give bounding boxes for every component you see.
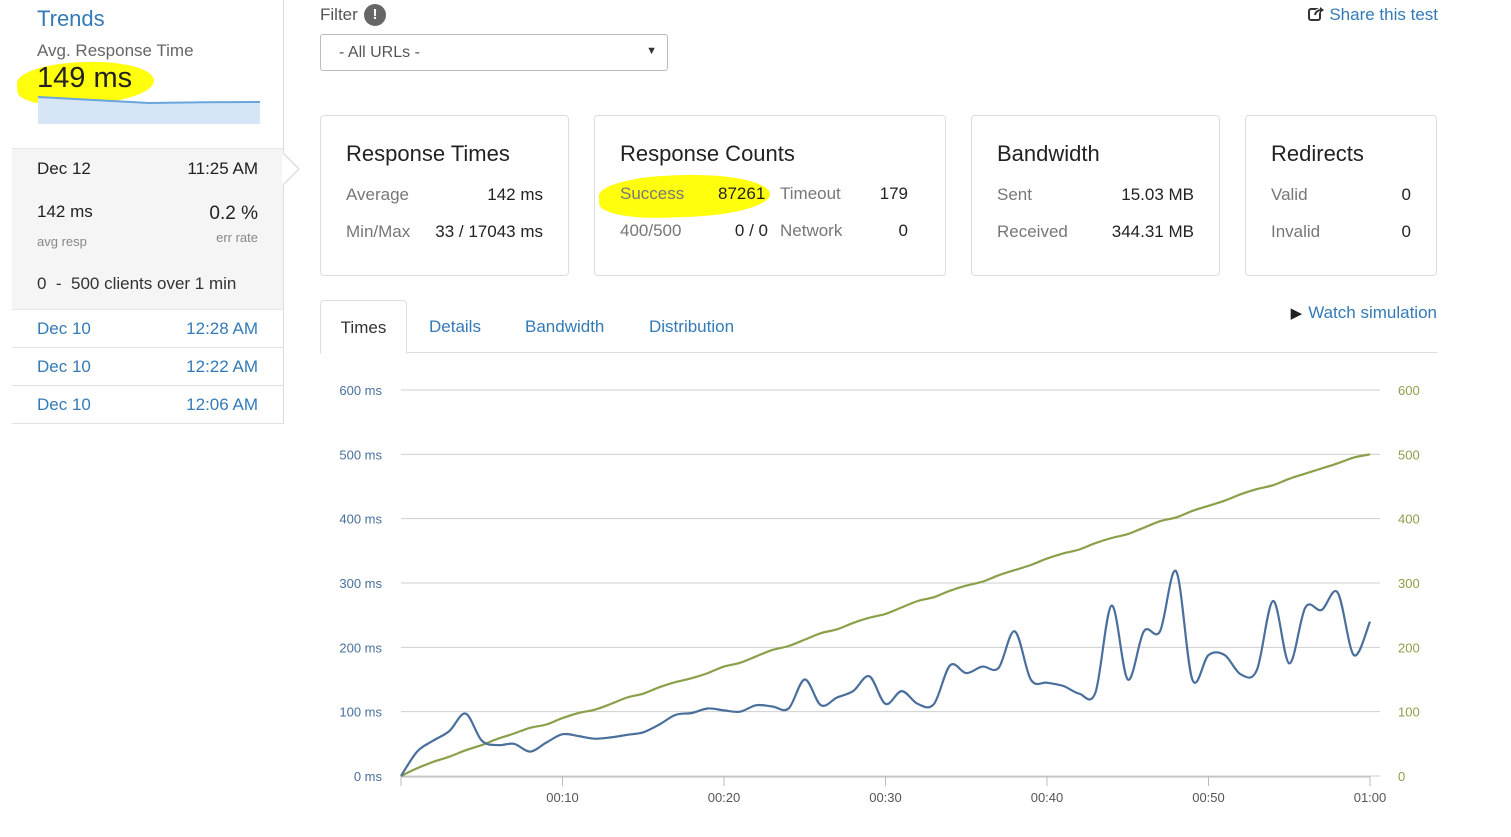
previous-run-item[interactable]: Dec 10 12:22 AM [12, 348, 283, 386]
bandwidth-card: Bandwidth Sent 15.03 MB Received 344.31 … [971, 115, 1220, 276]
series-line-clients [400, 453, 1371, 777]
run-err-rate-label: err rate [216, 230, 258, 245]
tab-distribution[interactable]: Distribution [649, 300, 734, 353]
y-tick-label-left: 100 ms [339, 705, 382, 720]
watch-simulation-link[interactable]: ▶ Watch simulation [1291, 303, 1437, 323]
sent-label: Sent [997, 185, 1032, 204]
previous-run-time[interactable]: 12:06 AM [186, 395, 258, 415]
timeout-label: Timeout [780, 184, 841, 203]
y-tick-label-right: 400 [1398, 512, 1420, 527]
timeout-value: 179 [879, 184, 908, 203]
share-label[interactable]: Share this test [1329, 5, 1438, 24]
trends-title: Trends [37, 6, 105, 31]
x-tick-label: 01:00 [1354, 790, 1387, 805]
url-filter-select[interactable]: - All URLs - ▼ [320, 34, 668, 71]
tab-bandwidth[interactable]: Bandwidth [525, 300, 604, 353]
average-value: 142 ms [487, 185, 543, 204]
y-tick-label-left: 300 ms [339, 576, 382, 591]
x-tick-label: 00:30 [869, 790, 902, 805]
card-title: Redirects [1271, 141, 1364, 166]
previous-run-date[interactable]: Dec 10 [37, 319, 91, 339]
run-time: 11:25 AM [187, 159, 258, 178]
play-icon: ▶ [1290, 305, 1303, 322]
run-clients: 0 - 500 clients over 1 min [37, 274, 237, 293]
minmax-label: Min/Max [346, 222, 411, 241]
current-run-item[interactable]: Dec 12 11:25 AM 142 ms avg resp 0.2 % er… [12, 148, 300, 310]
redirects-card: Redirects Valid 0 Invalid 0 [1245, 115, 1437, 276]
sent-value: 15.03 MB [1121, 185, 1194, 204]
run-err-rate: 0.2 % [209, 203, 258, 224]
y-tick-label-right: 200 [1398, 640, 1420, 655]
previous-run-time[interactable]: 12:22 AM [186, 357, 258, 377]
run-date: Dec 12 [37, 159, 91, 178]
minmax-value: 33 / 17043 ms [435, 222, 543, 241]
info-icon[interactable]: ! [364, 4, 386, 26]
previous-run-date[interactable]: Dec 10 [37, 395, 91, 415]
run-avg-resp: 142 ms [37, 202, 93, 221]
y-tick-label-left: 400 ms [339, 512, 382, 527]
error-400-500-value: 0 / 0 [734, 221, 768, 240]
x-tick-label: 00:10 [546, 790, 579, 805]
previous-run-time[interactable]: 12:28 AM [186, 319, 258, 339]
previous-run-item[interactable]: Dec 10 12:28 AM [12, 310, 283, 348]
previous-run-item[interactable]: Dec 10 12:06 AM [12, 386, 283, 424]
x-tick-label: 00:40 [1031, 790, 1064, 805]
success-value: 87261 [718, 184, 766, 203]
y-tick-label-right: 300 [1398, 576, 1420, 591]
error-400-500-label: 400/500 [620, 221, 682, 240]
card-title: Bandwidth [997, 141, 1100, 166]
run-avg-resp-label: avg resp [37, 234, 87, 249]
tab-times[interactable]: Times [320, 300, 407, 354]
y-tick-label-right: 600 [1398, 383, 1420, 398]
invalid-label: Invalid [1271, 222, 1321, 241]
share-test-link[interactable]: Share this test [1308, 5, 1438, 25]
success-label: Success [620, 184, 685, 203]
y-tick-label-left: 200 ms [339, 640, 382, 655]
url-filter-value: - All URLs - [339, 44, 420, 61]
chart-tabs: Times Details Bandwidth Distribution [320, 300, 1437, 354]
card-title: Response Times [346, 141, 510, 166]
avg-response-label: Avg. Response Time [37, 41, 194, 60]
network-label: Network [780, 221, 843, 240]
invalid-value: 0 [1401, 222, 1411, 241]
network-value: 0 [898, 221, 908, 240]
average-label: Average [346, 185, 410, 204]
filter-label: Filter [320, 5, 358, 24]
series-line-response-time [400, 569, 1372, 777]
y-tick-label-left: 0 ms [354, 769, 383, 784]
card-title: Response Counts [620, 141, 795, 166]
y-tick-label-right: 0 [1398, 769, 1405, 784]
valid-value: 0 [1401, 185, 1411, 204]
watch-simulation-label[interactable]: Watch simulation [1308, 303, 1437, 322]
response-times-card: Response Times Average 142 ms Min/Max 33… [320, 115, 569, 276]
x-tick-label: 00:50 [1192, 790, 1225, 805]
y-tick-label-left: 600 ms [339, 383, 382, 398]
received-label: Received [997, 222, 1068, 241]
valid-label: Valid [1271, 185, 1308, 204]
x-tick-label: 00:20 [708, 790, 741, 805]
received-value: 344.31 MB [1111, 222, 1194, 241]
trends-sidebar: Trends Avg. Response Time 149 ms Dec 12 … [0, 0, 300, 424]
y-tick-label-left: 500 ms [339, 447, 382, 462]
y-tick-label-right: 100 [1398, 705, 1420, 720]
tab-details[interactable]: Details [429, 300, 481, 353]
avg-response-value: 149 ms [37, 62, 133, 94]
share-icon [1308, 5, 1325, 25]
previous-run-date[interactable]: Dec 10 [37, 357, 91, 377]
y-tick-label-right: 500 [1398, 447, 1420, 462]
trend-sparkline [37, 96, 261, 124]
caret-down-icon: ▼ [646, 45, 657, 57]
